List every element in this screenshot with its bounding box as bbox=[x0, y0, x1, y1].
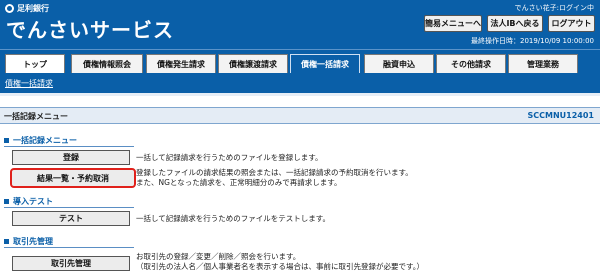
subnav-bulk-request-link[interactable]: 債権一括請求 bbox=[5, 78, 53, 89]
square-bullet-icon bbox=[4, 138, 9, 143]
bank-logo-icon bbox=[5, 4, 14, 13]
tab-credit-issuance[interactable]: 債権発生請求 bbox=[146, 54, 216, 73]
partner-management-button[interactable]: 取引先管理 bbox=[12, 256, 130, 271]
square-bullet-icon bbox=[4, 239, 9, 244]
service-title: でんさいサービス bbox=[6, 18, 174, 42]
last-operation-time: 最終操作日時：2019/10/09 10:00:00 bbox=[470, 37, 594, 45]
bank-name: 足利銀行 bbox=[17, 4, 49, 13]
back-to-corporate-ib-button[interactable]: 法人IBへ戻る bbox=[487, 15, 543, 32]
header: 足利銀行 でんさいサービス でんさい花子:ログイン中 簡易メニューへ 法人IBへ… bbox=[0, 0, 600, 49]
section-heading-intro-test: 導入テスト bbox=[4, 196, 53, 207]
page-title: 一括記録メニュー bbox=[4, 112, 68, 121]
section-heading-bulk-menu: 一括記録メニュー bbox=[4, 135, 77, 146]
tab-other-requests[interactable]: その他請求 bbox=[436, 54, 506, 73]
tab-credit-inquiry[interactable]: 債権情報照会 bbox=[71, 54, 143, 73]
section-heading-partner-management: 取引先管理 bbox=[4, 236, 53, 247]
description-line: 登録したファイルの請求結果の照会または、一括記録請求の予約取消を行います。 bbox=[136, 168, 413, 177]
square-bullet-icon bbox=[4, 199, 9, 204]
logout-button[interactable]: ログアウト bbox=[548, 15, 595, 32]
main-tab-bar: トップ 債権情報照会 債権発生請求 債権譲渡請求 債権一括請求 融資申込 その他… bbox=[0, 49, 600, 74]
tab-bulk-request[interactable]: 債権一括請求 bbox=[290, 54, 360, 74]
screen-title-bar: 一括記録メニュー SCCMNU12401 bbox=[0, 107, 600, 124]
description-line: 一括して記録請求を行うためのファイルをテストします。 bbox=[136, 214, 331, 223]
section-divider bbox=[4, 207, 134, 208]
results-list-cancel-button[interactable]: 結果一覧・予約取消 bbox=[10, 168, 136, 188]
sub-navigation: 債権一括請求 bbox=[0, 73, 600, 93]
login-status: でんさい花子:ログイン中 bbox=[514, 4, 594, 12]
register-description: 一括して記録請求を行うためのファイルを登録します。 bbox=[136, 153, 323, 163]
register-button[interactable]: 登録 bbox=[12, 150, 130, 165]
section-heading-label: 導入テスト bbox=[13, 197, 53, 206]
section-divider bbox=[4, 247, 134, 248]
tab-credit-transfer[interactable]: 債権譲渡請求 bbox=[218, 54, 288, 73]
tab-top[interactable]: トップ bbox=[5, 54, 65, 73]
tab-management[interactable]: 管理業務 bbox=[508, 54, 578, 73]
section-divider bbox=[4, 146, 134, 147]
tab-financing[interactable]: 融資申込 bbox=[364, 54, 434, 73]
description-line: お取引先の登録／変更／削除／照会を行います。 bbox=[136, 252, 301, 261]
simple-menu-button[interactable]: 簡易メニューへ bbox=[424, 15, 482, 32]
section-heading-label: 一括記録メニュー bbox=[13, 136, 77, 145]
description-line: 一括して記録請求を行うためのファイルを登録します。 bbox=[136, 153, 323, 162]
partner-management-description: お取引先の登録／変更／削除／照会を行います。 （取引先の法人名／個人事業者名を表… bbox=[136, 252, 424, 272]
section-heading-label: 取引先管理 bbox=[13, 237, 53, 246]
screen-id: SCCMNU12401 bbox=[527, 111, 595, 120]
description-line: また、NGとなった請求を、正常明細分のみで再請求します。 bbox=[136, 178, 342, 187]
test-description: 一括して記録請求を行うためのファイルをテストします。 bbox=[136, 214, 330, 224]
test-button[interactable]: テスト bbox=[12, 211, 130, 226]
bank-logo: 足利銀行 bbox=[5, 3, 49, 14]
description-line: （取引先の法人名／個人事業者名を表示する場合は、事前に取引先登録が必要です。） bbox=[136, 262, 424, 271]
subnav-divider bbox=[0, 93, 600, 96]
results-list-description: 登録したファイルの請求結果の照会または、一括記録請求の予約取消を行います。 また… bbox=[136, 168, 413, 188]
